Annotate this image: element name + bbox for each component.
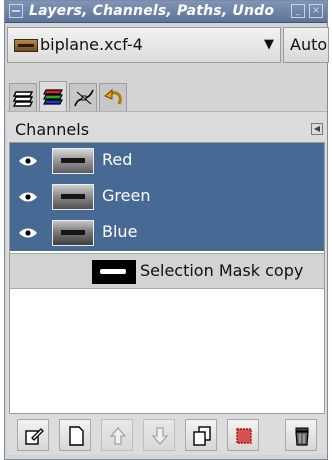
channel-row-selection-mask-copy[interactable]: Selection Mask copy [10,253,324,289]
paths-icon [74,89,94,107]
selection-icon [236,428,252,444]
channel-label: Green [102,186,151,205]
image-selector-row: biplane.xcf-4 ▼ Auto [7,27,329,63]
trash-icon [295,427,309,446]
image-combo-box[interactable]: biplane.xcf-4 ▼ [7,27,281,63]
dock-window: Layers, Channels, Paths, Undo _ × biplan… [4,0,329,460]
new-channel-button[interactable] [59,419,91,451]
channels-panel: Channels ◀ Red Green Blue Selection Mask… [7,111,327,417]
arrow-down-icon [151,427,169,445]
image-thumbnail [14,39,38,52]
dock-tabs [7,81,327,111]
channel-row-blue[interactable]: Blue [10,215,324,251]
panel-menu-icon[interactable]: ◀ [311,123,323,135]
tab-channels[interactable] [39,81,67,111]
channel-toolbar [7,417,327,455]
channel-to-selection-button[interactable] [227,419,259,451]
channel-thumbnail [52,148,94,174]
channel-label: Blue [102,222,138,241]
channel-row-red[interactable]: Red [10,143,324,179]
arrow-up-icon [109,427,127,445]
chevron-down-icon[interactable]: ▼ [264,37,274,52]
undo-icon [104,88,122,105]
channel-row-green[interactable]: Green [10,179,324,215]
channel-list[interactable]: Red Green Blue Selection Mask copy [9,142,325,414]
panel-title: Channels [15,120,90,139]
eye-icon[interactable] [18,192,38,202]
new-document-icon [69,426,84,446]
channel-thumbnail [52,184,94,210]
tab-paths[interactable] [69,83,97,111]
delete-channel-button[interactable] [285,419,317,451]
window-menu-icon[interactable] [9,4,23,18]
eye-icon[interactable] [18,156,38,166]
mask-thumbnail [92,260,136,284]
close-icon[interactable]: × [309,4,323,18]
eye-icon[interactable] [18,228,38,238]
edit-channel-attributes-button[interactable] [17,419,49,451]
raise-channel-button[interactable] [101,419,133,451]
tab-undo[interactable] [99,83,127,111]
edit-icon [25,428,44,445]
window-title: Layers, Channels, Paths, Undo [29,3,275,19]
channel-label: Selection Mask copy [140,261,304,280]
tab-layers[interactable] [9,83,37,111]
image-name: biplane.xcf-4 [40,35,143,54]
duplicate-channel-button[interactable] [185,419,217,451]
title-bar[interactable]: Layers, Channels, Paths, Undo _ × [5,1,327,23]
minimize-icon[interactable]: _ [291,4,305,18]
channel-label: Red [102,150,133,169]
channels-icon [43,89,63,105]
duplicate-icon [193,426,211,446]
channel-thumbnail [52,220,94,246]
auto-button[interactable]: Auto [283,27,329,63]
layers-icon [13,91,34,107]
lower-channel-button[interactable] [143,419,175,451]
